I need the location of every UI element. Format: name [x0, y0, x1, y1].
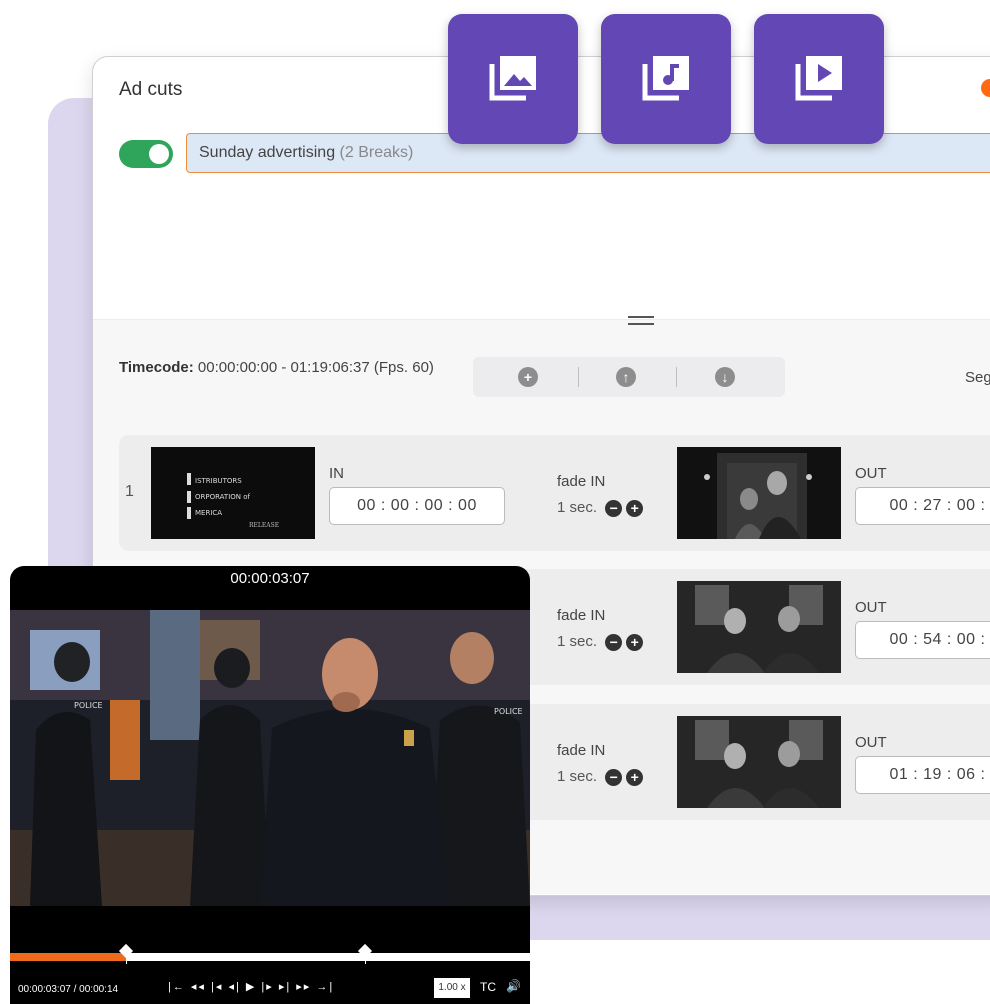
- in-timecode-input[interactable]: 00 : 00 : 00 : 00: [329, 487, 505, 525]
- fade-plus-button[interactable]: +: [626, 499, 644, 517]
- fade-value: 1 sec.: [557, 499, 598, 516]
- fade-minus-button[interactable]: −: [605, 499, 623, 517]
- fade-value: 1 sec.: [557, 633, 598, 650]
- fade-in-label: fade IN: [557, 607, 606, 624]
- video-player[interactable]: 00:00:03:07 POLICE POLICE 00:00:03:07 / …: [10, 566, 530, 1004]
- fade-in-label: fade IN: [557, 473, 606, 490]
- timecode-label: Timecode:: [119, 359, 194, 376]
- add-segment-button[interactable]: +: [518, 367, 538, 387]
- in-thumbnail[interactable]: ISTRIBUTORS ORPORATION of MERICA RELEASE: [151, 447, 315, 539]
- row-number: 1: [125, 483, 134, 500]
- fade-in-control: 1 sec. − +: [557, 499, 644, 517]
- out-timecode-input[interactable]: 00 : 27 : 00 :: [855, 487, 990, 525]
- photo-library-icon: [489, 56, 536, 101]
- playback-rate[interactable]: 1.00 x: [434, 978, 470, 998]
- segment-row: 1 ISTRIBUTORS ORPORATION of MERICA RELEA…: [119, 435, 990, 551]
- timecode-value: 00:00:00:00 - 01:19:06:37 (Fps. 60): [197, 359, 434, 376]
- current-timecode: 00:00:03:07: [230, 570, 310, 587]
- cut-marker-stem: [125, 954, 127, 964]
- out-label: OUT: [855, 599, 887, 616]
- video-frame[interactable]: POLICE POLICE: [10, 610, 530, 906]
- fade-in-control: 1 sec. − +: [557, 633, 644, 651]
- cut-marker-stem: [364, 954, 366, 964]
- svg-text:POLICE: POLICE: [494, 707, 523, 716]
- video-library-button[interactable]: [754, 14, 884, 144]
- playlist-breaks: (2 Breaks): [339, 144, 414, 161]
- fade-minus-button[interactable]: −: [605, 633, 623, 651]
- photo-library-button[interactable]: [448, 14, 578, 144]
- music-library-button[interactable]: [601, 14, 731, 144]
- timecode-toggle-button[interactable]: TC: [480, 980, 496, 994]
- fade-plus-button[interactable]: +: [626, 633, 644, 651]
- out-thumbnail[interactable]: [677, 716, 841, 808]
- resize-grip-icon[interactable]: [628, 315, 654, 327]
- music-library-icon: [642, 56, 689, 101]
- out-timecode-input[interactable]: 00 : 54 : 00 :: [855, 621, 990, 659]
- panel-title: Ad cuts: [119, 79, 183, 100]
- move-down-button[interactable]: ↓: [715, 367, 735, 387]
- logo-line-3: MERICA: [195, 509, 222, 517]
- playlist-name: Sunday advertising: [199, 144, 336, 161]
- speaker-icon[interactable]: 🔊: [506, 979, 521, 993]
- out-thumbnail[interactable]: [677, 581, 841, 673]
- fade-in-control: 1 sec. − +: [557, 768, 644, 786]
- fade-minus-button[interactable]: −: [605, 768, 623, 786]
- fade-value: 1 sec.: [557, 768, 598, 785]
- svg-text:POLICE: POLICE: [74, 701, 103, 710]
- out-thumbnail[interactable]: [677, 447, 841, 539]
- toggle-knob: [149, 144, 169, 164]
- logo-line-2: ORPORATION of: [195, 493, 251, 501]
- playlist-toggle[interactable]: [119, 140, 173, 168]
- fade-in-label: fade IN: [557, 742, 606, 759]
- transport-controls[interactable]: |← ◂◂ |◂ ◂| ▶ |▸ ▸| ▸▸ →|: [168, 980, 334, 993]
- divider: [578, 367, 579, 387]
- timecode-info: Timecode: 00:00:00:00 - 01:19:06:37 (Fps…: [119, 355, 459, 380]
- out-timecode-input[interactable]: 01 : 19 : 06 :: [855, 756, 990, 794]
- divider: [676, 367, 677, 387]
- time-readout: 00:00:03:07 / 00:00:14: [18, 984, 119, 995]
- fade-plus-button[interactable]: +: [626, 768, 644, 786]
- segments-label: Seg: [965, 369, 990, 386]
- out-label: OUT: [855, 465, 887, 482]
- progress-played[interactable]: [10, 953, 126, 961]
- video-library-icon: [795, 56, 842, 101]
- logo-line-1: ISTRIBUTORS: [195, 477, 242, 485]
- segment-toolbar: + ↑ ↓: [473, 357, 785, 397]
- move-up-button[interactable]: ↑: [616, 367, 636, 387]
- out-label: OUT: [855, 734, 887, 751]
- status-dot[interactable]: [981, 79, 990, 97]
- logo-line-4: RELEASE: [249, 522, 279, 529]
- in-label: IN: [329, 465, 344, 482]
- progress-remaining[interactable]: [125, 953, 530, 961]
